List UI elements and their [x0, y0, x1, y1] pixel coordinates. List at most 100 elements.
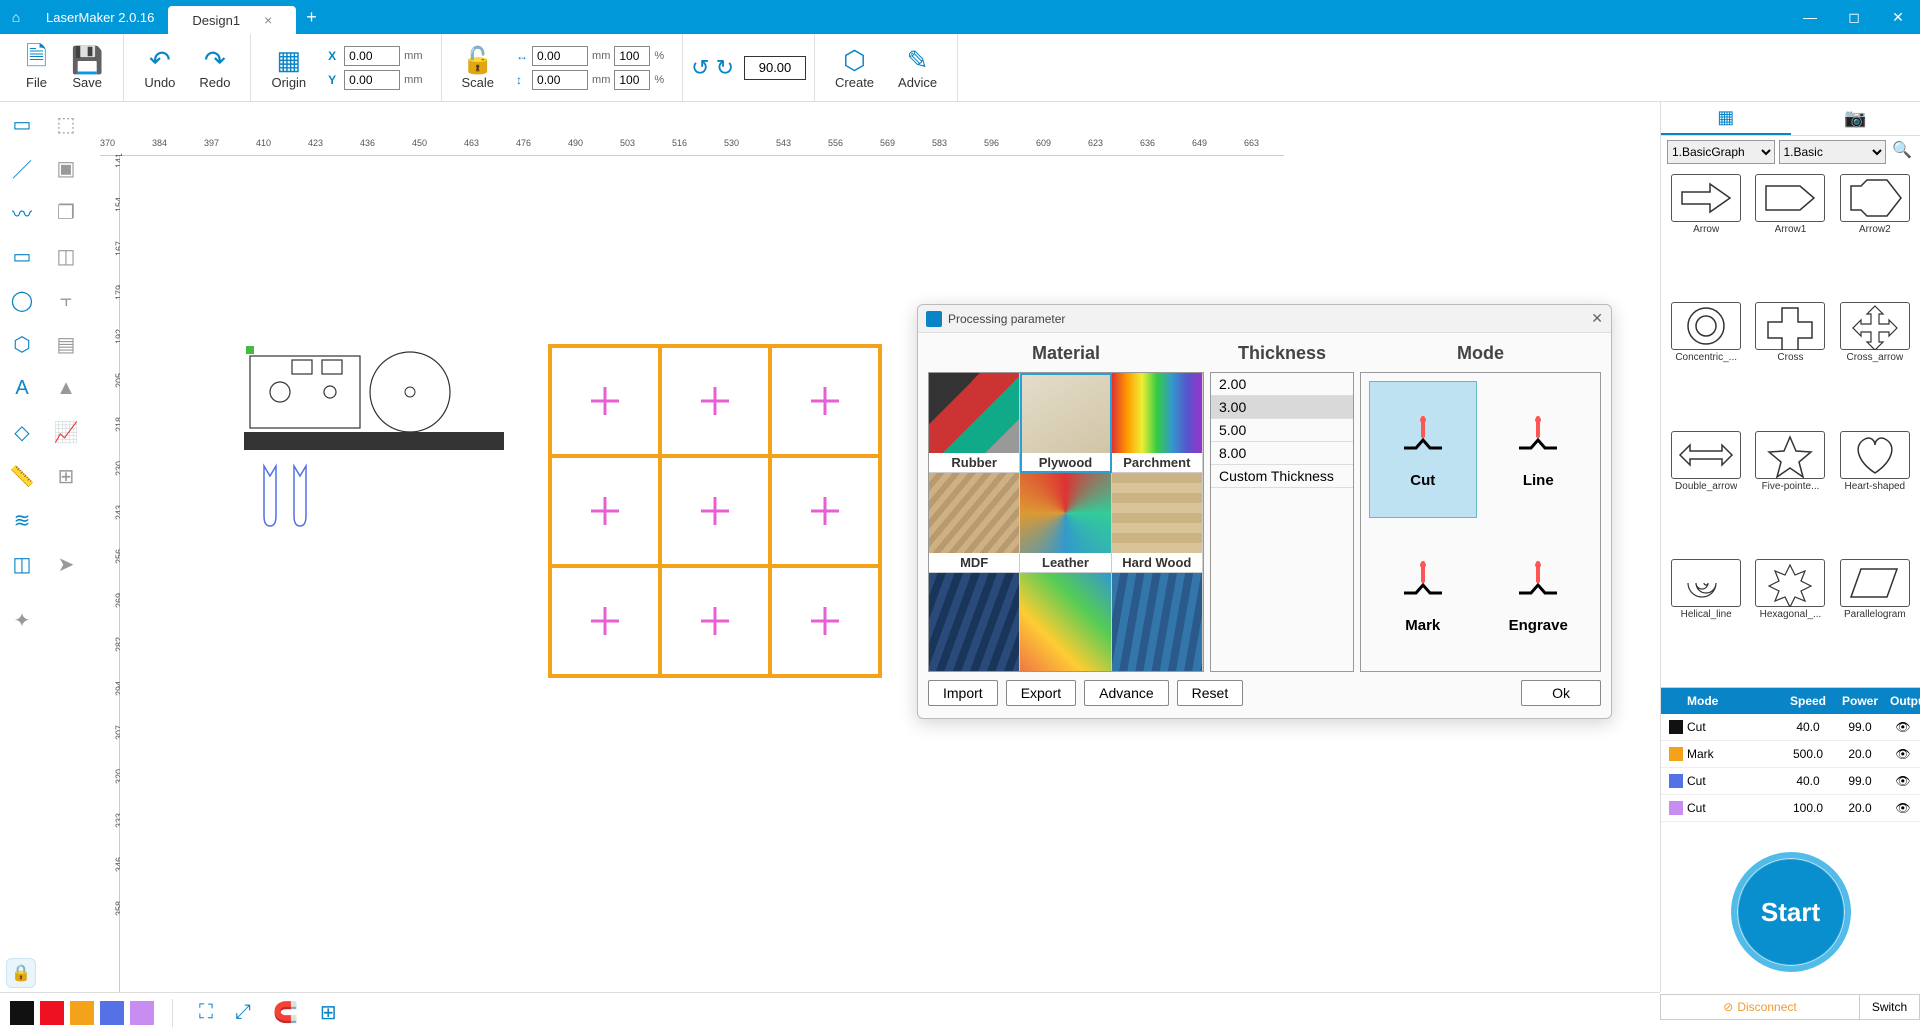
layer-row[interactable]: Cut100.020.0👁 — [1661, 795, 1920, 822]
search-shapes-icon[interactable]: 🔍 — [1890, 140, 1914, 164]
material-item[interactable] — [1112, 573, 1203, 672]
new-tab-button[interactable]: + — [306, 7, 317, 28]
measure-tool[interactable]: 📏 — [0, 454, 44, 498]
origin-button[interactable]: ▦Origin — [259, 43, 318, 92]
material-item[interactable] — [1020, 573, 1111, 672]
start-button[interactable]: Start — [1731, 852, 1851, 972]
shape-heart-shaped[interactable]: Heart-shaped — [1836, 431, 1914, 553]
text-tool[interactable]: A — [0, 366, 44, 410]
disconnect-status[interactable]: ⊘Disconnect — [1661, 995, 1859, 1019]
save-button[interactable]: 💾Save — [59, 43, 115, 92]
select-tool[interactable]: ▭ — [0, 102, 44, 146]
rotate-cw-icon[interactable]: ↻ — [716, 55, 734, 81]
thickness-option[interactable]: 2.00 — [1211, 373, 1353, 396]
shape-arrow1[interactable]: Arrow1 — [1751, 174, 1829, 296]
shape-cross_arrow[interactable]: Cross_arrow — [1836, 302, 1914, 424]
tab-shapes[interactable]: ▦ — [1661, 102, 1791, 135]
material-plywood[interactable]: Plywood — [1020, 373, 1111, 473]
layer-row[interactable]: Cut40.099.0👁 — [1661, 714, 1920, 741]
scale-button[interactable]: 🔓Scale — [450, 43, 507, 92]
shape-category-select[interactable]: 1.BasicGraph — [1667, 140, 1775, 164]
reset-button[interactable]: Reset — [1177, 680, 1244, 706]
lock-canvas-button[interactable]: 🔒 — [6, 958, 36, 988]
curve-tool[interactable]: 〰 — [0, 190, 44, 234]
shape-five-pointe...[interactable]: Five-pointe... — [1751, 431, 1829, 553]
file-button[interactable]: 🗎File — [14, 43, 59, 92]
graph-tool[interactable]: 📈 — [44, 410, 88, 454]
thickness-option[interactable]: Custom Thickness — [1211, 465, 1353, 488]
advance-button[interactable]: Advance — [1084, 680, 1168, 706]
dialog-close-button[interactable]: ✕ — [1591, 310, 1603, 327]
effects-tool[interactable]: ✦ — [0, 598, 44, 642]
group-tool[interactable]: ▣ — [44, 146, 88, 190]
align-left-tool[interactable]: ⫟ — [44, 278, 88, 322]
polygon-tool[interactable]: ⬡ — [0, 322, 44, 366]
material-parchment[interactable]: Parchment — [1112, 373, 1203, 473]
thickness-option[interactable]: 5.00 — [1211, 419, 1353, 442]
close-window-button[interactable]: ✕ — [1876, 9, 1920, 26]
redo-button[interactable]: ↷Redo — [187, 43, 242, 92]
shape-parallelogram[interactable]: Parallelogram — [1836, 559, 1914, 681]
color-swatch[interactable] — [130, 1001, 154, 1025]
zoom-actual-icon[interactable]: ⤢ — [227, 1001, 259, 1024]
create-button[interactable]: ⬡Create — [823, 43, 886, 92]
export-button[interactable]: Export — [1006, 680, 1076, 706]
layers-tool[interactable]: ≋ — [0, 498, 44, 542]
mode-cut[interactable]: Cut — [1369, 381, 1477, 518]
color-swatch[interactable] — [10, 1001, 34, 1025]
undo-button[interactable]: ↶Undo — [132, 43, 187, 92]
material-item[interactable] — [929, 573, 1020, 672]
mode-line[interactable]: Line — [1485, 381, 1593, 518]
table-tool[interactable]: ⊞ — [44, 454, 88, 498]
height-input[interactable] — [532, 70, 588, 90]
visibility-icon[interactable]: 👁 — [1886, 741, 1920, 767]
shape-arrow[interactable]: Arrow — [1667, 174, 1745, 296]
visibility-icon[interactable]: 👁 — [1886, 714, 1920, 740]
thickness-option[interactable]: 3.00 — [1211, 396, 1353, 419]
shape-concentric_...[interactable]: Concentric_... — [1667, 302, 1745, 424]
width-pct-input[interactable] — [614, 46, 650, 66]
height-pct-input[interactable] — [614, 70, 650, 90]
maximize-button[interactable]: ◻ — [1832, 9, 1876, 26]
switch-button[interactable]: Switch — [1859, 995, 1919, 1019]
tab-camera[interactable]: 📷 — [1791, 102, 1920, 135]
material-rubber[interactable]: Rubber — [929, 373, 1020, 473]
distribute-tool[interactable]: ▤ — [44, 322, 88, 366]
home-icon[interactable]: ⌂ — [0, 9, 32, 25]
close-tab-icon[interactable]: × — [264, 12, 272, 28]
color-swatch[interactable] — [100, 1001, 124, 1025]
layer-row[interactable]: Mark500.020.0👁 — [1661, 741, 1920, 768]
y-input[interactable] — [344, 70, 400, 90]
material-mdf[interactable]: MDF — [929, 473, 1020, 573]
rect-tool[interactable]: ▭ — [0, 234, 44, 278]
angle-input[interactable]: 90.00 — [744, 56, 806, 80]
duplicate-tool[interactable]: ❐ — [44, 190, 88, 234]
cursor-tool[interactable]: ➤ — [44, 542, 88, 586]
import-button[interactable]: Import — [928, 680, 998, 706]
magnet-icon[interactable]: 🧲 — [265, 1000, 306, 1025]
shape-cross[interactable]: Cross — [1751, 302, 1829, 424]
ok-button[interactable]: Ok — [1521, 680, 1601, 706]
mirror-tool[interactable]: ▲ — [44, 366, 88, 410]
mode-mark[interactable]: Mark — [1369, 526, 1477, 663]
x-input[interactable] — [344, 46, 400, 66]
zoom-fit-icon[interactable]: ⛶ — [191, 1001, 221, 1024]
marquee-tool[interactable]: ⬚ — [44, 102, 88, 146]
rotate-ccw-icon[interactable]: ↺ — [691, 55, 709, 81]
thickness-option[interactable]: 8.00 — [1211, 442, 1353, 465]
ellipse-tool[interactable]: ◯ — [0, 278, 44, 322]
grid-toggle-icon[interactable]: ⊞ — [312, 1000, 345, 1025]
layout-tool[interactable]: ◫ — [0, 542, 44, 586]
width-input[interactable] — [532, 46, 588, 66]
shape-subcategory-select[interactable]: 1.Basic — [1779, 140, 1887, 164]
material-leather[interactable]: Leather — [1020, 473, 1111, 573]
visibility-icon[interactable]: 👁 — [1886, 795, 1920, 821]
union-tool[interactable]: ◫ — [44, 234, 88, 278]
advice-button[interactable]: ✎Advice — [886, 43, 949, 92]
line-tool[interactable]: ／ — [0, 146, 44, 190]
color-swatch[interactable] — [40, 1001, 64, 1025]
visibility-icon[interactable]: 👁 — [1886, 768, 1920, 794]
minimize-button[interactable]: — — [1788, 9, 1832, 25]
material-hard wood[interactable]: Hard Wood — [1112, 473, 1203, 573]
shape-hexagonal_...[interactable]: Hexagonal_... — [1751, 559, 1829, 681]
